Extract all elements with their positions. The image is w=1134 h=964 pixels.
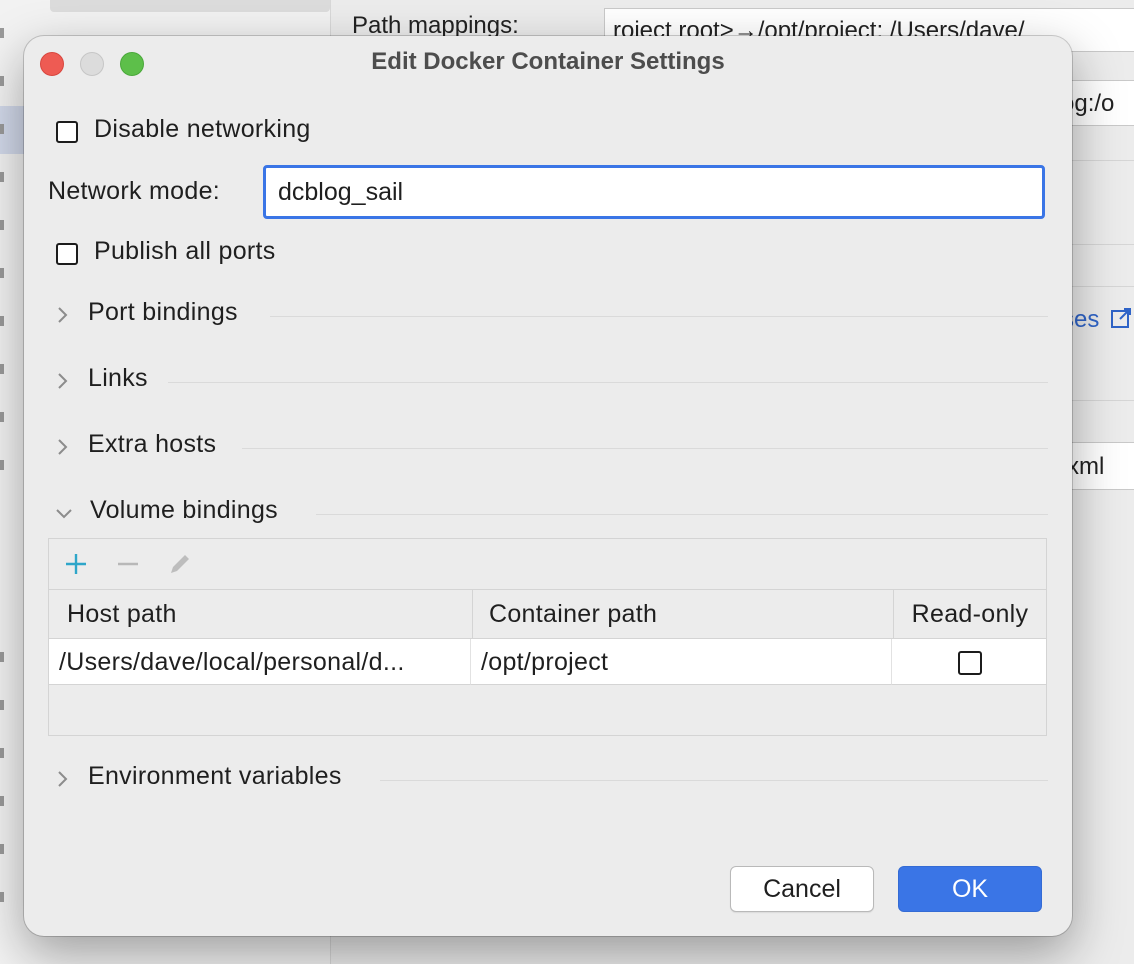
remove-icon bbox=[118, 562, 138, 566]
section-title: Port bindings bbox=[88, 298, 238, 326]
background-left-strip bbox=[0, 0, 25, 964]
chevron-right-icon bbox=[58, 439, 68, 455]
ok-button[interactable]: OK bbox=[898, 866, 1042, 912]
tree-guide-mark bbox=[0, 412, 4, 422]
tree-guide-mark bbox=[0, 172, 4, 182]
remove-button[interactable] bbox=[113, 549, 143, 579]
volume-bindings-panel: Host path Container path Read-only /User… bbox=[48, 538, 1047, 736]
cell-host-path[interactable]: /Users/dave/local/personal/d... bbox=[49, 639, 471, 685]
section-title: Environment variables bbox=[88, 762, 342, 790]
tree-guide-mark bbox=[0, 460, 4, 470]
external-link-icon bbox=[1111, 308, 1132, 328]
tree-guide-mark bbox=[0, 892, 4, 902]
tree-guide-mark bbox=[0, 748, 4, 758]
tree-guide-mark bbox=[0, 124, 4, 134]
tree-guide-mark bbox=[0, 76, 4, 86]
edit-docker-container-settings-dialog: Edit Docker Container Settings Disable n… bbox=[24, 36, 1072, 936]
section-extra-hosts[interactable]: Extra hosts bbox=[54, 430, 1048, 464]
section-divider bbox=[380, 780, 1048, 781]
background-tree-item bbox=[50, 0, 330, 12]
cell-read-only bbox=[892, 639, 1046, 685]
tree-guide-mark bbox=[0, 700, 4, 710]
publish-all-ports-checkbox[interactable] bbox=[56, 243, 78, 265]
tree-guide-mark bbox=[0, 844, 4, 854]
disable-networking-label[interactable]: Disable networking bbox=[94, 115, 311, 144]
tree-guide-mark bbox=[0, 220, 4, 230]
divider bbox=[1072, 244, 1134, 245]
background-link[interactable]: ses bbox=[1062, 306, 1132, 334]
read-only-checkbox[interactable] bbox=[958, 651, 982, 675]
dialog-title: Edit Docker Container Settings bbox=[371, 48, 725, 75]
add-icon bbox=[66, 554, 86, 574]
chevron-right-icon bbox=[58, 307, 68, 323]
section-divider bbox=[168, 382, 1048, 383]
edit-icon bbox=[171, 555, 189, 573]
edit-button[interactable] bbox=[165, 549, 195, 579]
section-links[interactable]: Links bbox=[54, 364, 1048, 398]
divider bbox=[1072, 286, 1134, 287]
add-button[interactable] bbox=[61, 549, 91, 579]
publish-all-ports-label[interactable]: Publish all ports bbox=[94, 237, 276, 266]
section-divider bbox=[242, 448, 1048, 449]
section-divider bbox=[270, 316, 1048, 317]
volume-bindings-toolbar bbox=[49, 539, 1046, 590]
chevron-right-icon bbox=[58, 373, 68, 389]
section-title: Links bbox=[88, 364, 148, 392]
tree-guide-mark bbox=[0, 28, 4, 38]
section-port-bindings[interactable]: Port bindings bbox=[54, 298, 1048, 332]
section-divider bbox=[316, 514, 1048, 515]
divider bbox=[1072, 400, 1134, 401]
section-title: Extra hosts bbox=[88, 430, 217, 458]
column-header-container-path[interactable]: Container path bbox=[473, 589, 894, 639]
tree-guide-mark bbox=[0, 316, 4, 326]
tree-guide-mark bbox=[0, 652, 4, 662]
section-environment-variables[interactable]: Environment variables bbox=[54, 762, 1048, 796]
network-mode-input[interactable] bbox=[263, 165, 1045, 219]
tree-guide-mark bbox=[0, 796, 4, 806]
tree-guide-mark bbox=[0, 268, 4, 278]
disable-networking-checkbox[interactable] bbox=[56, 121, 78, 143]
cell-container-path[interactable]: /opt/project bbox=[471, 639, 892, 685]
network-mode-label: Network mode: bbox=[48, 177, 221, 205]
divider bbox=[1072, 160, 1134, 161]
section-volume-bindings[interactable]: Volume bindings bbox=[54, 496, 1048, 530]
column-header-read-only[interactable]: Read-only bbox=[894, 589, 1046, 639]
chevron-down-icon bbox=[56, 509, 72, 519]
column-header-host-path[interactable]: Host path bbox=[49, 589, 473, 639]
tree-guide-mark bbox=[0, 364, 4, 374]
cancel-button[interactable]: Cancel bbox=[730, 866, 874, 912]
section-title: Volume bindings bbox=[90, 496, 278, 524]
chevron-right-icon bbox=[58, 771, 68, 787]
